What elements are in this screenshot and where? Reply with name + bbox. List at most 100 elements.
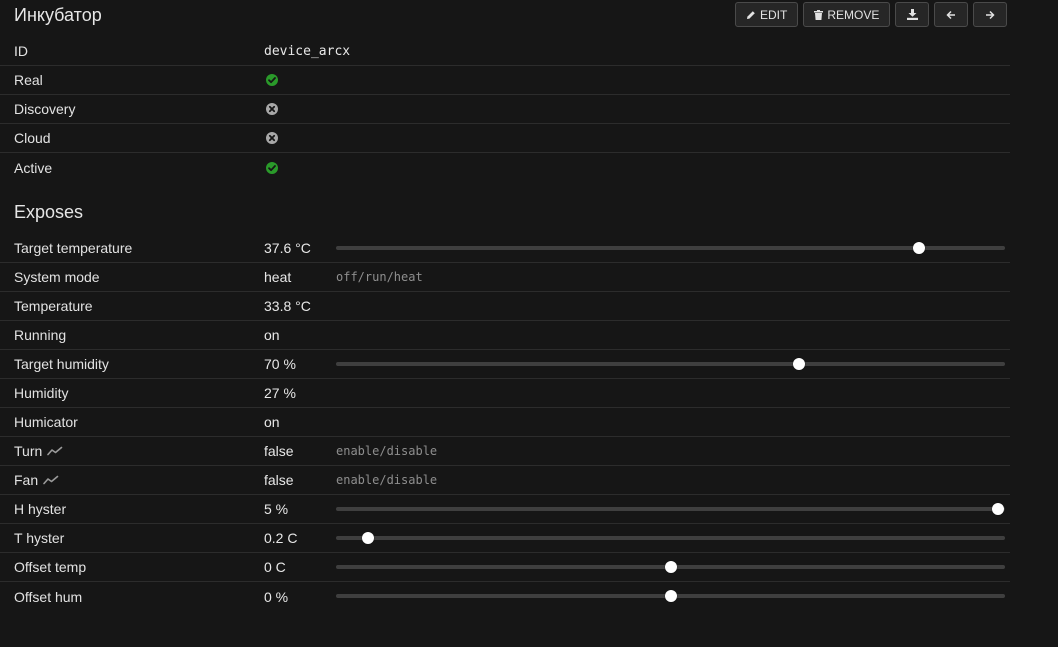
expose-row-target-humidity: Target humidity 70 %	[0, 350, 1010, 379]
expose-label: H hyster	[0, 501, 264, 517]
offset-hum-slider[interactable]	[336, 590, 1005, 602]
device-properties: ID device_arcx Real Discovery Cloud Acti…	[0, 37, 1010, 182]
expose-label: Turn	[0, 443, 264, 459]
previous-button[interactable]	[934, 2, 969, 27]
expose-value: 70 %	[264, 356, 296, 372]
arrow-left-icon	[946, 10, 956, 20]
slider-track[interactable]	[336, 362, 1005, 366]
next-button[interactable]	[973, 2, 1008, 27]
expose-label-text: Turn	[14, 443, 43, 459]
expose-value: 0 %	[264, 588, 289, 605]
property-row-id: ID device_arcx	[0, 37, 1010, 66]
remove-button-label: REMOVE	[827, 7, 880, 22]
expose-label: Humidity	[0, 385, 264, 401]
slider-thumb[interactable]	[792, 358, 805, 370]
expose-value: 27 %	[264, 385, 296, 401]
expose-row-system-mode: System mode heat off/run/heat	[0, 263, 1010, 292]
property-label: ID	[14, 43, 28, 59]
expose-row-target-temperature: Target temperature 37.6 °C	[0, 234, 1010, 263]
expose-label-text: Offset temp	[14, 559, 87, 575]
property-row-real: Real	[0, 66, 1010, 95]
expose-value: heat	[264, 269, 292, 285]
expose-value: on	[264, 327, 280, 343]
expose-value: 33.8 °C	[264, 298, 311, 314]
expose-row-h-hyster: H hyster 5 %	[0, 495, 1010, 524]
expose-value: 5 %	[264, 501, 289, 517]
t-hyster-slider[interactable]	[336, 532, 1005, 544]
target-humidity-slider[interactable]	[336, 358, 1005, 370]
expose-row-offset-hum: Offset hum 0 %	[0, 582, 1010, 611]
expose-label-text: T hyster	[14, 530, 65, 546]
property-label: Real	[14, 72, 43, 88]
expose-value: 37.6 °C	[264, 240, 311, 256]
expose-label: Humicator	[0, 414, 264, 430]
target-temperature-slider[interactable]	[336, 242, 1005, 254]
exposes-list: Target temperature 37.6 °C System mode heat…	[0, 234, 1010, 611]
toolbar: EDIT REMOVE	[735, 2, 1012, 27]
expose-allowed-values: enable/disable	[336, 473, 438, 487]
device-title: Инкубатор	[14, 5, 102, 25]
expose-label-text: Running	[14, 327, 67, 343]
device-id-value: device_arcx	[264, 43, 351, 59]
expose-label-text: H hyster	[14, 501, 67, 517]
trend-chart-icon[interactable]	[47, 446, 63, 456]
slider-track[interactable]	[336, 246, 1005, 250]
expose-row-t-hyster: T hyster 0.2 C	[0, 524, 1010, 553]
arrow-right-icon	[985, 10, 995, 20]
expose-row-turn: Turn false enable/disable	[0, 437, 1010, 466]
slider-thumb[interactable]	[913, 242, 926, 254]
expose-allowed-values: enable/disable	[336, 444, 438, 458]
expose-row-humidity: Humidity 27 %	[0, 379, 1010, 408]
expose-label-text: Humidity	[14, 385, 69, 401]
expose-label: Fan	[0, 472, 264, 488]
expose-row-running: Running on	[0, 321, 1010, 350]
expose-allowed-values: off/run/heat	[336, 270, 423, 284]
download-button[interactable]	[895, 2, 930, 27]
trash-icon	[814, 9, 824, 20]
check-circle-icon	[265, 161, 279, 175]
expose-label-text: System mode	[14, 269, 100, 285]
remove-button[interactable]: REMOVE	[803, 2, 891, 27]
expose-label: Offset hum	[0, 589, 264, 605]
property-row-discovery: Discovery	[0, 95, 1010, 124]
exposes-title: Exposes	[14, 202, 84, 222]
expose-label: T hyster	[0, 530, 264, 546]
slider-thumb[interactable]	[992, 503, 1005, 515]
pencil-icon	[746, 10, 756, 20]
expose-value: 0.2 C	[264, 530, 298, 546]
expose-row-fan: Fan false enable/disable	[0, 466, 1010, 495]
expose-value: on	[264, 414, 280, 430]
device-page: Инкубатор EDIT REMOVE ID device_arcx Rea…	[0, 0, 1058, 647]
property-label: Cloud	[14, 130, 51, 146]
expose-label-text: Fan	[14, 472, 39, 488]
slider-track[interactable]	[336, 536, 1005, 540]
expose-value: false	[264, 472, 294, 488]
h-hyster-slider[interactable]	[336, 503, 1005, 515]
expose-label-text: Humicator	[14, 414, 78, 430]
expose-label: Running	[0, 327, 264, 343]
x-circle-icon	[265, 102, 279, 116]
expose-label: Temperature	[0, 298, 264, 314]
slider-thumb[interactable]	[664, 590, 677, 602]
download-icon	[906, 9, 918, 20]
edit-button-label: EDIT	[760, 7, 788, 22]
check-circle-icon	[265, 73, 279, 87]
property-label: Active	[14, 159, 53, 176]
trend-chart-icon[interactable]	[43, 475, 59, 485]
expose-row-humicator: Humicator on	[0, 408, 1010, 437]
expose-label: Target humidity	[0, 356, 264, 372]
offset-temp-slider[interactable]	[336, 561, 1005, 573]
expose-label: System mode	[0, 269, 264, 285]
slider-thumb[interactable]	[664, 561, 677, 573]
slider-track[interactable]	[336, 507, 1005, 511]
slider-thumb[interactable]	[362, 532, 375, 544]
expose-value: false	[264, 443, 294, 459]
expose-label-text: Temperature	[14, 298, 93, 314]
edit-button[interactable]: EDIT	[735, 2, 799, 27]
property-label: Discovery	[14, 101, 76, 117]
expose-value: 0 C	[264, 559, 286, 575]
property-row-cloud: Cloud	[0, 124, 1010, 153]
expose-label-text: Target humidity	[14, 356, 109, 372]
expose-label-text: Offset hum	[14, 588, 83, 605]
expose-label: Target temperature	[0, 240, 264, 256]
